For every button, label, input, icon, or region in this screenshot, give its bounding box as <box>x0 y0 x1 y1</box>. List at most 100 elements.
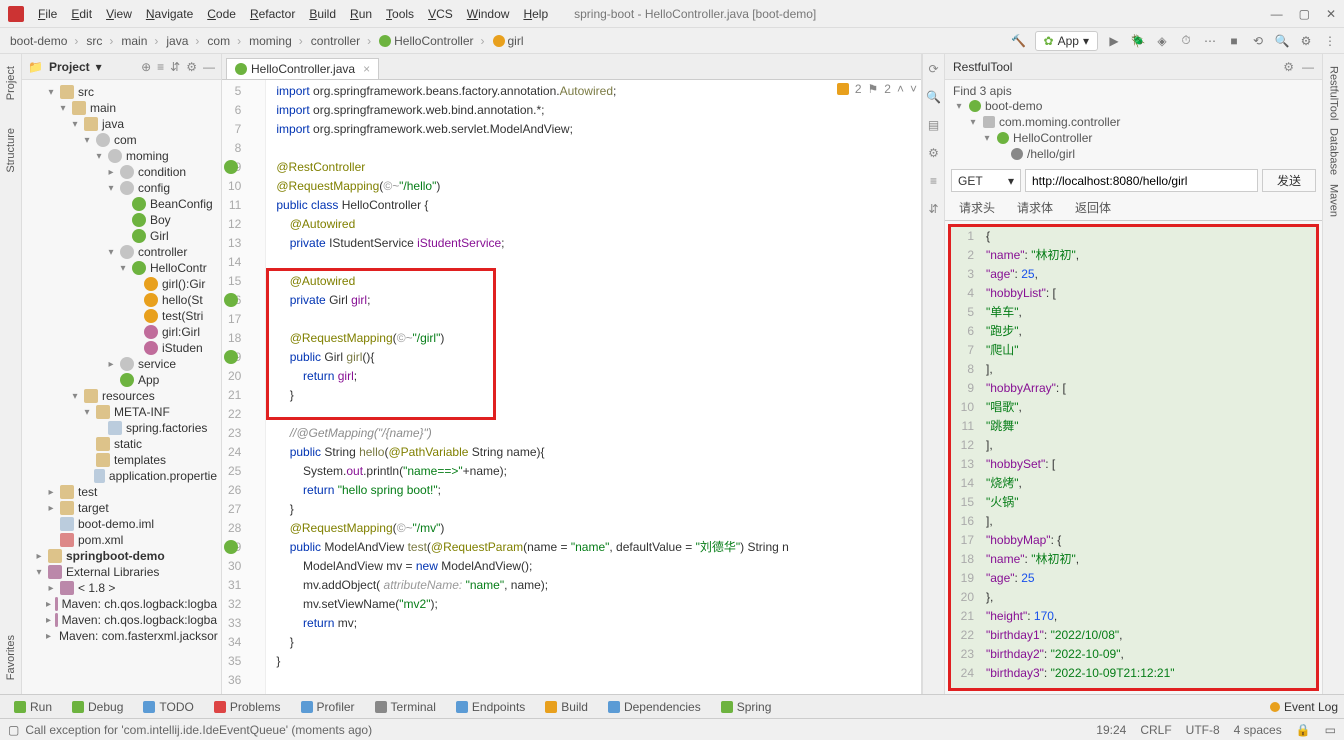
close-tab-icon[interactable]: × <box>363 62 370 76</box>
tree-node[interactable]: static <box>22 436 221 452</box>
req-tab[interactable]: 返回体 <box>1071 197 1115 218</box>
menu-window[interactable]: Window <box>461 5 516 23</box>
menu-help[interactable]: Help <box>517 5 554 23</box>
tree-node[interactable]: ▸Maven: ch.qos.logback:logba <box>22 596 221 612</box>
editor-tabs[interactable]: HelloController.java × <box>222 54 921 80</box>
tree-node[interactable]: ▸target <box>22 500 221 516</box>
code-line[interactable]: return mv; <box>276 614 921 633</box>
select-opened-file-icon[interactable]: ⊕ <box>141 60 151 74</box>
maven-tab[interactable]: Maven <box>1328 180 1340 221</box>
tree-node[interactable]: application.propertie <box>22 468 221 484</box>
code-line[interactable]: } <box>276 652 921 671</box>
tree-node[interactable]: ▾META-INF <box>22 404 221 420</box>
code-line[interactable]: ModelAndView mv = new ModelAndView(); <box>276 557 921 576</box>
coverage-button[interactable]: ◈ <box>1154 33 1170 49</box>
code-line[interactable]: @RestController <box>276 158 921 177</box>
crumb-girl[interactable]: girl <box>489 32 535 50</box>
menu-file[interactable]: File <box>32 5 63 23</box>
url-input[interactable] <box>1025 169 1258 192</box>
code-line[interactable]: public Girl girl(){ <box>276 348 921 367</box>
rest-hide-icon[interactable]: — <box>1302 60 1314 74</box>
req-tab[interactable]: 请求体 <box>1013 197 1057 218</box>
tree-node[interactable]: girl:Girl <box>22 324 221 340</box>
tree-node[interactable]: BeanConfig <box>22 196 221 212</box>
tree-node[interactable]: ▸springboot-demo <box>22 548 221 564</box>
update-running-icon[interactable]: ⟲ <box>1250 33 1266 49</box>
bottom-tab-build[interactable]: Build <box>537 698 596 716</box>
api-node[interactable]: ▾boot-demo <box>953 98 1314 114</box>
tree-node[interactable]: ▾HelloContr <box>22 260 221 276</box>
code-line[interactable]: public String hello(@PathVariable String… <box>276 443 921 462</box>
project-tree[interactable]: ▾src▾main▾java▾com▾moming▸condition▾conf… <box>22 80 221 694</box>
send-button[interactable]: 发送 <box>1262 169 1316 192</box>
tree-node[interactable]: ▾moming <box>22 148 221 164</box>
tree-node[interactable]: Girl <box>22 228 221 244</box>
code-line[interactable]: } <box>276 633 921 652</box>
code-line[interactable] <box>276 139 921 158</box>
code-line[interactable]: public ModelAndView test(@RequestParam(n… <box>276 538 921 557</box>
code-line[interactable]: private IStudentService iStudentService; <box>276 234 921 253</box>
code-line[interactable] <box>276 405 921 424</box>
menu-refactor[interactable]: Refactor <box>244 5 301 23</box>
tree-node[interactable]: ▾com <box>22 132 221 148</box>
crumb-boot-demo[interactable]: boot-demo <box>6 32 82 50</box>
status-encoding[interactable]: UTF-8 <box>1186 723 1220 737</box>
code-line[interactable]: mv.setViewName("mv2"); <box>276 595 921 614</box>
tree-node[interactable]: pom.xml <box>22 532 221 548</box>
code-line[interactable]: private Girl girl; <box>276 291 921 310</box>
code-line[interactable]: import org.springframework.web.servlet.M… <box>276 120 921 139</box>
window-buttons[interactable]: — ▢ ✕ <box>1271 7 1336 21</box>
menu-navigate[interactable]: Navigate <box>140 5 199 23</box>
api-node[interactable]: ▾com.moming.controller <box>953 114 1314 130</box>
tree-node[interactable]: ▾resources <box>22 388 221 404</box>
req-tab[interactable]: 请求头 <box>955 197 999 218</box>
code-line[interactable]: //@GetMapping("/{name}") <box>276 424 921 443</box>
favorites-tab[interactable]: Favorites <box>5 631 17 684</box>
bottom-tab-todo[interactable]: TODO <box>135 698 201 716</box>
bottom-tab-terminal[interactable]: Terminal <box>367 698 444 716</box>
menu-edit[interactable]: Edit <box>65 5 98 23</box>
database-tab[interactable]: Database <box>1328 124 1340 179</box>
main-menu[interactable]: FileEditViewNavigateCodeRefactorBuildRun… <box>32 5 554 23</box>
crumb-com[interactable]: com <box>203 32 245 50</box>
code-line[interactable] <box>276 253 921 272</box>
menu-tools[interactable]: Tools <box>380 5 420 23</box>
json-response[interactable]: 123456789101112131415161718192021222324 … <box>948 224 1319 691</box>
bottom-tab-spring[interactable]: Spring <box>713 698 780 716</box>
restfultool-tab[interactable]: RestfulTool <box>1328 62 1340 124</box>
profile-button[interactable]: ⏱ <box>1178 33 1194 49</box>
tree-node[interactable]: hello(St <box>22 292 221 308</box>
structure-tab[interactable]: Structure <box>5 124 17 177</box>
code-line[interactable]: import org.springframework.beans.factory… <box>276 82 921 101</box>
hide-icon[interactable]: — <box>203 60 215 74</box>
menu-code[interactable]: Code <box>201 5 242 23</box>
status-icon[interactable]: ▢ <box>8 723 19 737</box>
minimize-icon[interactable]: — <box>1271 7 1283 21</box>
code-line[interactable]: public class HelloController { <box>276 196 921 215</box>
code-line[interactable]: } <box>276 500 921 519</box>
menu-build[interactable]: Build <box>303 5 342 23</box>
bottom-tab-run[interactable]: Run <box>6 698 60 716</box>
close-icon[interactable]: ✕ <box>1326 7 1336 21</box>
code-line[interactable]: @Autowired <box>276 215 921 234</box>
method-select[interactable]: GET▾ <box>951 169 1021 192</box>
code-line[interactable]: return "hello spring boot!"; <box>276 481 921 500</box>
source[interactable]: import org.springframework.beans.factory… <box>266 80 921 694</box>
menu-vcs[interactable]: VCS <box>422 5 459 23</box>
api-node[interactable]: ▾HelloController <box>953 130 1314 146</box>
stop-button[interactable]: ■ <box>1226 33 1242 49</box>
search-icon[interactable]: 🔍 <box>1274 33 1290 49</box>
bottom-tab-endpoints[interactable]: Endpoints <box>448 698 533 716</box>
status-indent[interactable]: 4 spaces <box>1234 723 1282 737</box>
bottom-tab-profiler[interactable]: Profiler <box>293 698 363 716</box>
expand-all-icon[interactable]: ≡ <box>157 60 164 74</box>
chevron-down-icon[interactable]: ▾ <box>96 60 102 74</box>
tree-node[interactable]: App <box>22 372 221 388</box>
crumb-moming[interactable]: moming <box>245 32 307 50</box>
request-tabs[interactable]: 请求头请求体返回体 <box>945 195 1322 221</box>
tree-node[interactable]: spring.factories <box>22 420 221 436</box>
tab-hellocontroller[interactable]: HelloController.java × <box>226 58 379 79</box>
tree-node[interactable]: ▸< 1.8 > <box>22 580 221 596</box>
settings-icon[interactable]: ⚙ <box>1298 33 1314 49</box>
tree-node[interactable]: ▾controller <box>22 244 221 260</box>
